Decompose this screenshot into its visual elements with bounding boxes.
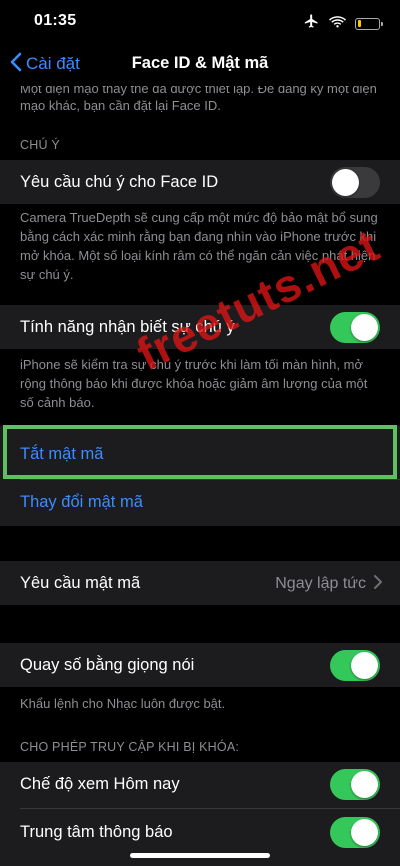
toggle-knob: [351, 314, 378, 341]
require-attention-label: Yêu cầu chú ý cho Face ID: [20, 173, 219, 191]
today-view-label: Chế độ xem Hôm nay: [20, 775, 180, 793]
toggle-knob: [351, 819, 378, 846]
airplane-icon: [303, 13, 320, 34]
require-attention-toggle[interactable]: [330, 167, 380, 198]
status-icons: [303, 13, 383, 34]
notification-center-label: Trung tâm thông báo: [20, 823, 173, 841]
voice-dial-row: Quay số bằng giọng nói: [0, 643, 400, 687]
turn-off-passcode-button[interactable]: Tắt mật mã: [20, 445, 103, 464]
require-attention-row: Yêu cầu chú ý cho Face ID: [0, 160, 400, 204]
attention-section-header: CHÚ Ý: [20, 138, 60, 152]
passcode-group: Tắt mật mã Thay đổi mật mã: [0, 426, 400, 526]
toggle-knob: [351, 652, 378, 679]
require-passcode-value: Ngay lập tức: [275, 575, 366, 592]
require-passcode-label: Yêu cầu mật mã: [20, 574, 141, 592]
voice-dial-toggle[interactable]: [330, 650, 380, 681]
divider: [20, 808, 400, 809]
change-passcode-button[interactable]: Thay đổi mật mã: [20, 493, 143, 512]
voice-dial-label: Quay số bằng giọng nói: [20, 656, 195, 674]
wifi-icon: [329, 15, 346, 33]
require-passcode-row[interactable]: Yêu cầu mật mã Ngay lập tức: [0, 561, 400, 605]
attention-aware-label: Tính năng nhận biết sự chú ý: [20, 318, 235, 336]
require-attention-footer: Camera TrueDepth sẽ cung cấp một mức độ …: [20, 210, 378, 282]
divider: [20, 479, 400, 480]
page-title: Face ID & Mật mã: [131, 54, 269, 72]
battery-icon: [355, 17, 383, 30]
status-bar: 01:35: [0, 0, 400, 44]
today-view-toggle[interactable]: [330, 769, 380, 800]
battery-fill: [357, 20, 362, 27]
attention-aware-toggle[interactable]: [330, 312, 380, 343]
nav-bar: Cài đặt Face ID & Mật mã: [0, 44, 400, 84]
home-indicator[interactable]: [130, 853, 270, 858]
attention-aware-row: Tính năng nhận biết sự chú ý: [0, 305, 400, 349]
toggle-knob: [351, 771, 378, 798]
voice-dial-footer: Khẩu lệnh cho Nhạc luôn được bật.: [20, 696, 226, 711]
attention-aware-footer: iPhone sẽ kiểm tra sự chú ý trước khi là…: [20, 357, 368, 410]
notification-center-toggle[interactable]: [330, 817, 380, 848]
status-time: 01:35: [34, 12, 77, 29]
locked-access-group: Chế độ xem Hôm nay Trung tâm thông báo: [0, 762, 400, 866]
toggle-knob: [332, 169, 359, 196]
face-id-intro-text: Một diện mạo thay thế đã được thiết lập.…: [20, 81, 377, 113]
chevron-right-icon: [374, 573, 382, 594]
locked-access-section-header: CHO PHÉP TRUY CẬP KHI BỊ KHÓA:: [20, 740, 240, 754]
